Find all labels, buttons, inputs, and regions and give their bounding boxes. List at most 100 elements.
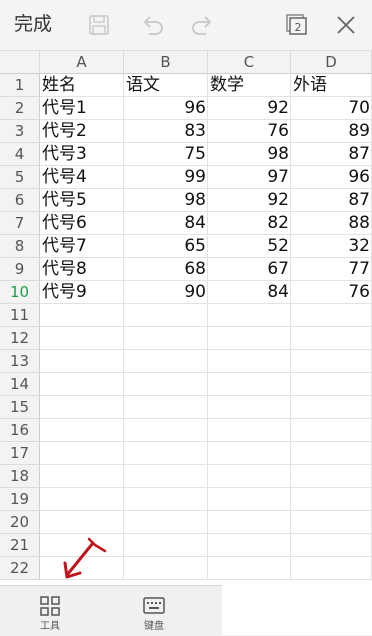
cell-a8[interactable]: 代号7	[40, 235, 124, 258]
cell-d1[interactable]: 外语	[291, 74, 372, 97]
cell-c11[interactable]	[208, 304, 291, 327]
cell-c15[interactable]	[208, 396, 291, 419]
cell-a10[interactable]: 代号9	[40, 281, 124, 304]
cell-a20[interactable]	[40, 511, 124, 534]
cell-b11[interactable]	[124, 304, 208, 327]
close-icon[interactable]	[331, 10, 361, 40]
cell-d9[interactable]: 77	[291, 258, 372, 281]
cell-c10[interactable]: 84	[208, 281, 291, 304]
cell-b22[interactable]	[124, 557, 208, 580]
row-header-21[interactable]: 21	[0, 534, 40, 557]
cell-d13[interactable]	[291, 350, 372, 373]
cell-c13[interactable]	[208, 350, 291, 373]
cell-c3[interactable]: 76	[208, 120, 291, 143]
row-header-12[interactable]: 12	[0, 327, 40, 350]
cell-d16[interactable]	[291, 419, 372, 442]
cell-b7[interactable]: 84	[124, 212, 208, 235]
cell-d22[interactable]	[291, 557, 372, 580]
column-header-b[interactable]: B	[124, 51, 208, 74]
cell-d11[interactable]	[291, 304, 372, 327]
tools-button[interactable]: 工具	[20, 586, 80, 636]
row-header-8[interactable]: 8	[0, 235, 40, 258]
row-header-19[interactable]: 19	[0, 488, 40, 511]
cell-c16[interactable]	[208, 419, 291, 442]
row-header-22[interactable]: 22	[0, 557, 40, 580]
cell-a2[interactable]: 代号1	[40, 97, 124, 120]
row-header-18[interactable]: 18	[0, 465, 40, 488]
cell-b8[interactable]: 65	[124, 235, 208, 258]
cell-b18[interactable]	[124, 465, 208, 488]
cell-b19[interactable]	[124, 488, 208, 511]
row-header-7[interactable]: 7	[0, 212, 40, 235]
cell-b4[interactable]: 75	[124, 143, 208, 166]
cell-c18[interactable]	[208, 465, 291, 488]
cell-b14[interactable]	[124, 373, 208, 396]
row-header-11[interactable]: 11	[0, 304, 40, 327]
cell-b13[interactable]	[124, 350, 208, 373]
cell-d19[interactable]	[291, 488, 372, 511]
cell-d8[interactable]: 32	[291, 235, 372, 258]
cell-d6[interactable]: 87	[291, 189, 372, 212]
row-header-10[interactable]: 10	[0, 281, 40, 304]
cell-d7[interactable]: 88	[291, 212, 372, 235]
cell-a17[interactable]	[40, 442, 124, 465]
cell-d15[interactable]	[291, 396, 372, 419]
row-header-17[interactable]: 17	[0, 442, 40, 465]
cell-a7[interactable]: 代号6	[40, 212, 124, 235]
row-header-6[interactable]: 6	[0, 189, 40, 212]
cell-a9[interactable]: 代号8	[40, 258, 124, 281]
column-header-a[interactable]: A	[40, 51, 124, 74]
cell-c21[interactable]	[208, 534, 291, 557]
cell-c7[interactable]: 82	[208, 212, 291, 235]
cell-c22[interactable]	[208, 557, 291, 580]
row-header-13[interactable]: 13	[0, 350, 40, 373]
cell-d17[interactable]	[291, 442, 372, 465]
cell-a18[interactable]	[40, 465, 124, 488]
row-header-16[interactable]: 16	[0, 419, 40, 442]
cell-b3[interactable]: 83	[124, 120, 208, 143]
cell-b1[interactable]: 语文	[124, 74, 208, 97]
cell-c20[interactable]	[208, 511, 291, 534]
cell-b9[interactable]: 68	[124, 258, 208, 281]
cell-b17[interactable]	[124, 442, 208, 465]
cell-b16[interactable]	[124, 419, 208, 442]
keyboard-button[interactable]: 键盘	[124, 586, 184, 636]
cell-d12[interactable]	[291, 327, 372, 350]
cell-d10[interactable]: 76	[291, 281, 372, 304]
row-header-20[interactable]: 20	[0, 511, 40, 534]
column-header-c[interactable]: C	[208, 51, 291, 74]
cell-a13[interactable]	[40, 350, 124, 373]
cell-b15[interactable]	[124, 396, 208, 419]
row-header-4[interactable]: 4	[0, 143, 40, 166]
cell-b2[interactable]: 96	[124, 97, 208, 120]
row-header-14[interactable]: 14	[0, 373, 40, 396]
cell-b12[interactable]	[124, 327, 208, 350]
cell-b10[interactable]: 90	[124, 281, 208, 304]
cell-c4[interactable]: 98	[208, 143, 291, 166]
cell-b6[interactable]: 98	[124, 189, 208, 212]
row-header-9[interactable]: 9	[0, 258, 40, 281]
column-header-d[interactable]: D	[291, 51, 372, 74]
cell-c1[interactable]: 数学	[208, 74, 291, 97]
cell-a12[interactable]	[40, 327, 124, 350]
cell-c9[interactable]: 67	[208, 258, 291, 281]
cell-b20[interactable]	[124, 511, 208, 534]
redo-icon[interactable]	[188, 10, 218, 40]
cell-c17[interactable]	[208, 442, 291, 465]
cell-d2[interactable]: 70	[291, 97, 372, 120]
cell-d18[interactable]	[291, 465, 372, 488]
undo-icon[interactable]	[137, 10, 167, 40]
cell-a1[interactable]: 姓名	[40, 74, 124, 97]
select-all-corner[interactable]	[0, 51, 40, 74]
cell-c19[interactable]	[208, 488, 291, 511]
cell-a11[interactable]	[40, 304, 124, 327]
cell-a6[interactable]: 代号5	[40, 189, 124, 212]
cell-a14[interactable]	[40, 373, 124, 396]
cell-d21[interactable]	[291, 534, 372, 557]
cell-c2[interactable]: 92	[208, 97, 291, 120]
cell-c5[interactable]: 97	[208, 166, 291, 189]
cell-b21[interactable]	[124, 534, 208, 557]
cell-d4[interactable]: 87	[291, 143, 372, 166]
row-header-2[interactable]: 2	[0, 97, 40, 120]
cell-d20[interactable]	[291, 511, 372, 534]
